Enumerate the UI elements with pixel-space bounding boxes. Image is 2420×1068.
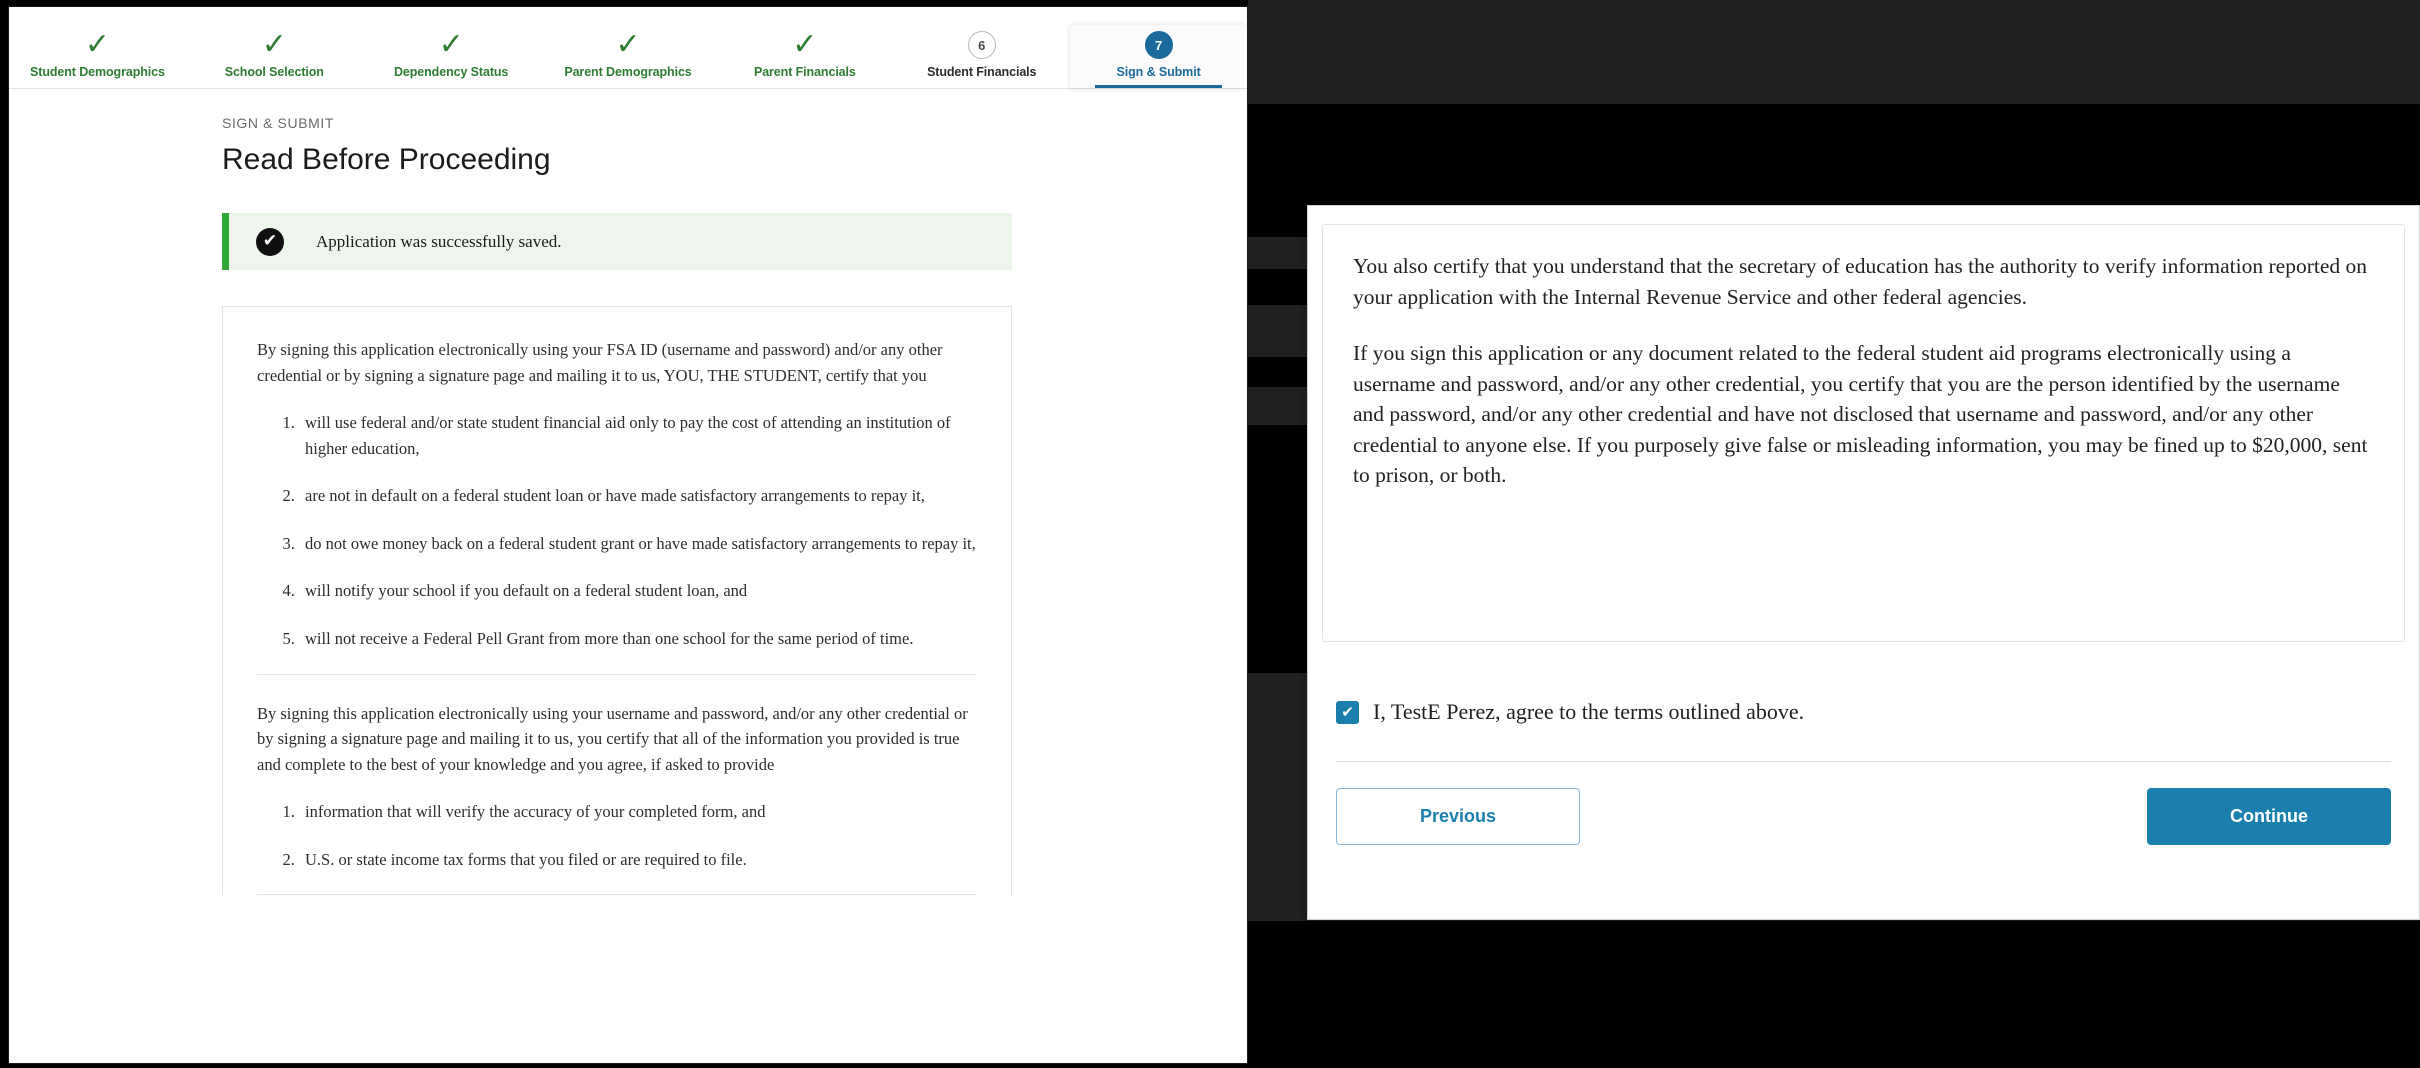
step-student-financials[interactable]: 6 Student Financials <box>893 25 1071 88</box>
step-label: Parent Financials <box>753 65 856 79</box>
dialog-body: You also certify that you understand tha… <box>1308 206 2419 919</box>
divider <box>1336 761 2391 762</box>
step-status-icon-wrap: ✓ <box>9 25 186 65</box>
step-student-demographics[interactable]: ✓ Student Demographics <box>9 25 186 88</box>
step-label: Student Demographics <box>30 65 165 79</box>
step-status-icon-wrap: 7 <box>1070 25 1247 65</box>
step-dependency-status[interactable]: ✓ Dependency Status <box>362 25 540 88</box>
provide-list: information that will verify the accurac… <box>257 799 977 872</box>
step-parent-financials[interactable]: ✓ Parent Financials <box>716 25 894 88</box>
step-label: Dependency Status <box>393 65 509 79</box>
certify-list: will use federal and/or state student fi… <box>257 410 977 651</box>
terms-card: By signing this application electronical… <box>222 306 1012 896</box>
list-item: will notify your school if you default o… <box>299 578 977 604</box>
step-label: Student Financials <box>927 65 1037 79</box>
check-icon: ✓ <box>615 27 641 62</box>
divider <box>257 673 977 675</box>
page-content: SIGN & SUBMIT Read Before Proceeding ✔ A… <box>9 89 1247 896</box>
terms-second-paragraph: By signing this application electronical… <box>257 703 968 774</box>
backdrop-block <box>1248 921 2420 1068</box>
sign-and-submit-dialog: You also certify that you understand tha… <box>1307 205 2420 920</box>
dialog-actions: Previous Continue <box>1336 788 2391 845</box>
step-label: Parent Demographics <box>564 65 692 79</box>
divider <box>257 894 977 896</box>
step-status-icon-wrap: ✓ <box>186 25 363 65</box>
content-column: SIGN & SUBMIT Read Before Proceeding ✔ A… <box>222 115 1012 896</box>
list-item: will not receive a Federal Pell Grant fr… <box>299 626 977 652</box>
agree-checkbox-label: I, TestE Perez, agree to the terms outli… <box>1373 699 1805 724</box>
progress-stepper: ✓ Student Demographics ✓ School Selectio… <box>9 7 1247 89</box>
check-icon: ✓ <box>261 27 287 62</box>
step-number-badge: 6 <box>967 31 996 59</box>
step-status-icon-wrap: ✓ <box>716 25 893 65</box>
check-icon: ✓ <box>84 27 110 62</box>
success-alert: ✔ Application was successfully saved. <box>222 213 1012 270</box>
application-panel: ✓ Student Demographics ✓ School Selectio… <box>8 6 1248 1064</box>
check-icon: ✓ <box>438 27 464 62</box>
screen-root: ✓ Student Demographics ✓ School Selectio… <box>0 0 2420 1068</box>
breadcrumb-eyebrow: SIGN & SUBMIT <box>222 115 335 131</box>
agree-checkbox[interactable]: ✔ <box>1336 700 1359 724</box>
list-item: do not owe money back on a federal stude… <box>299 531 977 557</box>
step-status-icon-wrap: 6 <box>893 25 1070 65</box>
modal-paragraph: You also certify that you understand tha… <box>1353 254 2367 309</box>
terms-intro-paragraph: By signing this application electronical… <box>257 340 943 385</box>
modal-paragraph: If you sign this application or any docu… <box>1353 341 2368 488</box>
check-circle-icon: ✔ <box>256 227 284 256</box>
step-parent-demographics[interactable]: ✓ Parent Demographics <box>539 25 717 88</box>
terms-scroll-region[interactable]: You also certify that you understand tha… <box>1322 224 2405 642</box>
backdrop-block <box>1248 0 2420 104</box>
list-item: are not in default on a federal student … <box>299 483 977 509</box>
previous-button[interactable]: Previous <box>1336 788 1580 845</box>
step-status-icon-wrap: ✓ <box>540 25 717 65</box>
list-item: will use federal and/or state student fi… <box>299 410 977 461</box>
agree-checkbox-row[interactable]: ✔ I, TestE Perez, agree to the terms out… <box>1336 699 2405 725</box>
page-title: Read Before Proceeding <box>222 143 551 176</box>
list-item: information that will verify the accurac… <box>299 799 977 825</box>
alert-message: Application was successfully saved. <box>316 231 562 251</box>
check-icon: ✓ <box>792 27 818 62</box>
step-label: Sign & Submit <box>1116 65 1201 79</box>
list-item: U.S. or state income tax forms that you … <box>299 847 977 873</box>
step-label: School Selection <box>224 65 324 79</box>
step-number-badge: 7 <box>1144 31 1173 59</box>
step-sign-and-submit[interactable]: 7 Sign & Submit <box>1070 25 1247 88</box>
step-status-icon-wrap: ✓ <box>363 25 540 65</box>
continue-button[interactable]: Continue <box>2147 788 2391 845</box>
step-school-selection[interactable]: ✓ School Selection <box>185 25 363 88</box>
